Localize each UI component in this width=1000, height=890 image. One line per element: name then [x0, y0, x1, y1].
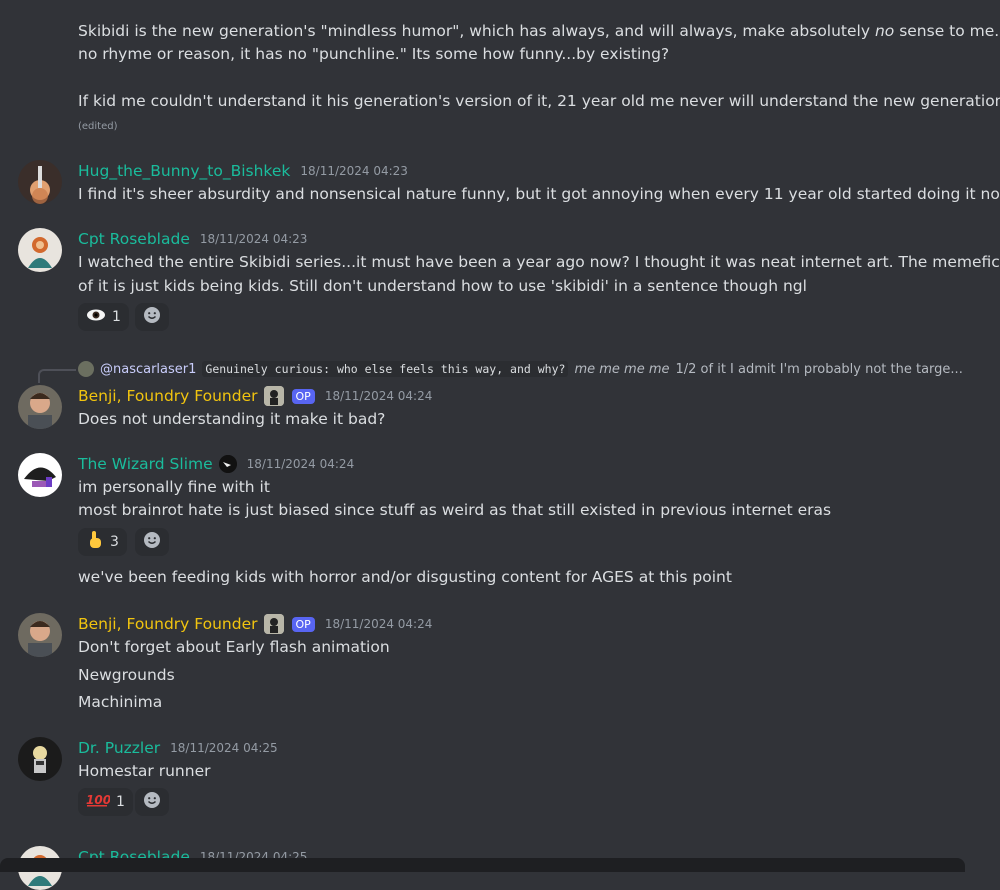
timestamp: 18/11/2024 04:25: [170, 741, 278, 755]
username[interactable]: Hug_the_Bunny_to_Bishkek: [78, 162, 290, 180]
message-header: Dr. Puzzler 18/11/2024 04:25: [78, 737, 278, 759]
op-badge: OP: [291, 388, 315, 404]
reply-avatar: [78, 361, 94, 377]
reaction-eye[interactable]: 1: [78, 303, 129, 331]
message-text: I watched the entire Skibidi series...it…: [78, 253, 1000, 271]
reply-mention[interactable]: @nascarlaser1: [100, 362, 196, 377]
reaction-count: 1: [112, 309, 121, 325]
reaction-hundred[interactable]: 100 1: [78, 788, 133, 816]
message-text: Don't forget about Early flash animation: [78, 638, 390, 656]
role-icon: [218, 455, 237, 473]
add-reaction-icon: [143, 306, 161, 328]
message-header: Cpt Roseblade 18/11/2024 04:23: [78, 228, 307, 250]
timestamp: 18/11/2024 04:24: [324, 617, 433, 631]
reply-text: 1/2 of it I admit I'm probably not the t…: [675, 361, 963, 377]
add-reaction-button[interactable]: [135, 303, 169, 331]
hundred-points-emoji-icon: 100: [86, 792, 111, 812]
username[interactable]: Benji, Foundry Founder: [78, 615, 258, 633]
avatar[interactable]: [18, 613, 62, 657]
avatar[interactable]: [18, 737, 62, 781]
pointing-up-emoji-icon: [86, 530, 104, 554]
message-text: most brainrot hate is just biased since …: [78, 501, 832, 519]
reaction-count: 1: [116, 794, 125, 810]
timestamp: 18/11/2024 04:23: [300, 164, 408, 178]
add-reaction-icon: [143, 791, 161, 813]
edited-label: (edited): [78, 121, 118, 132]
add-reaction-button[interactable]: [135, 788, 169, 816]
add-reaction-button[interactable]: [135, 528, 169, 556]
op-badge: OP: [291, 616, 315, 632]
reaction-pointing-up[interactable]: 3: [78, 528, 127, 556]
timestamp: 18/11/2024 04:23: [199, 232, 308, 246]
avatar[interactable]: [18, 453, 62, 497]
message-text: Newgrounds: [78, 666, 175, 684]
reply-preview[interactable]: @nascarlaser1 Genuinely curious: who els…: [78, 359, 968, 379]
message-text: im personally fine with it: [78, 478, 270, 496]
avatar[interactable]: [18, 160, 62, 204]
username[interactable]: Dr. Puzzler: [78, 739, 160, 757]
message-header: Benji, Foundry Founder OP 18/11/2024 04:…: [78, 613, 432, 635]
avatar[interactable]: [18, 228, 62, 272]
eye-emoji-icon: [86, 308, 106, 326]
message-text: Homestar runner: [78, 762, 211, 780]
reply-code: Genuinely curious: who else feels this w…: [202, 361, 569, 377]
message-text: Skibidi is the new generation's "mindles…: [78, 22, 1000, 40]
message-text: Does not understanding it make it bad?: [78, 410, 386, 428]
message-header: Benji, Foundry Founder OP 18/11/2024 04:…: [78, 385, 432, 407]
username[interactable]: The Wizard Slime: [78, 455, 213, 473]
timestamp: 18/11/2024 04:24: [324, 389, 433, 403]
add-reaction-icon: [143, 531, 161, 553]
reply-spine: [38, 369, 76, 383]
timestamp: 18/11/2024 04:24: [246, 457, 355, 471]
message-header: The Wizard Slime 18/11/2024 04:24: [78, 453, 354, 475]
message-list: Skibidi is the new generation's "mindles…: [0, 0, 1000, 890]
role-icon: [263, 614, 284, 634]
username[interactable]: Benji, Foundry Founder: [78, 387, 258, 405]
message-text: no rhyme or reason, it has no "punchline…: [78, 45, 670, 63]
reaction-count: 3: [110, 534, 119, 550]
role-icon: [263, 386, 284, 406]
svg-text:100: 100: [86, 793, 110, 807]
message-header: Hug_the_Bunny_to_Bishkek 18/11/2024 04:2…: [78, 160, 408, 182]
message-text: I find it's sheer absurdity and nonsensi…: [78, 185, 1000, 203]
message-composer[interactable]: [0, 858, 965, 872]
message-text: we've been feeding kids with horror and/…: [78, 568, 732, 586]
message-text: of it is just kids being kids. Still don…: [78, 277, 807, 295]
message-text: Machinima: [78, 693, 163, 711]
username[interactable]: Cpt Roseblade: [78, 230, 190, 248]
avatar[interactable]: [18, 385, 62, 429]
reply-italic: me me me me: [574, 361, 670, 377]
message-text: If kid me couldn't understand it his gen…: [78, 92, 1000, 110]
